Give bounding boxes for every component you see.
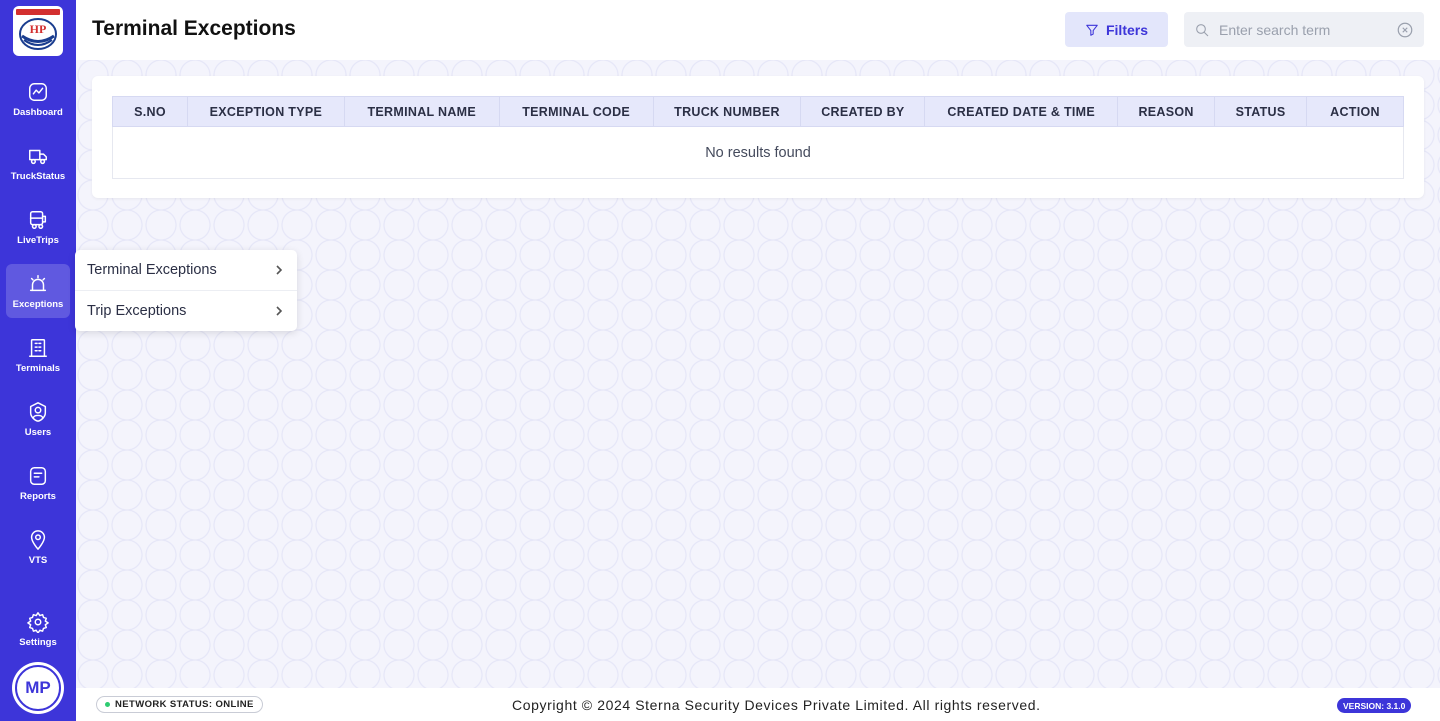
header: Terminal Exceptions Filters — [76, 0, 1440, 60]
sidebar-item-label: Reports — [20, 490, 56, 502]
truck-icon — [29, 149, 47, 164]
column-header-reason[interactable]: REASON — [1117, 96, 1216, 127]
sidebar-item-label: TruckStatus — [10, 170, 66, 182]
sidebar-item-livetrips[interactable]: LiveTrips — [6, 200, 70, 254]
column-header-truck-number[interactable]: TRUCK NUMBER — [652, 96, 802, 127]
column-header-terminal-name[interactable]: TERMINAL NAME — [343, 96, 500, 127]
sidebar-item-terminals[interactable]: Terminals — [6, 328, 70, 382]
filters-button[interactable]: Filters — [1065, 12, 1168, 47]
location-pin-icon — [30, 529, 46, 550]
table-header-row: S.NO EXCEPTION TYPE TERMINAL NAME TERMIN… — [112, 96, 1404, 127]
submenu-item-label: Trip Exceptions — [87, 302, 187, 319]
version-badge: VERSION: 3.1.0 — [1337, 698, 1412, 713]
report-icon — [29, 466, 47, 485]
chevron-right-icon — [276, 265, 283, 275]
chart-icon — [29, 82, 47, 101]
building-icon — [29, 338, 47, 357]
submenu-item-terminal-exceptions[interactable]: Terminal Exceptions — [75, 250, 297, 290]
clear-search-icon[interactable] — [1396, 21, 1414, 39]
bus-icon — [29, 210, 47, 229]
svg-text:HP: HP — [30, 22, 47, 36]
column-header-sno[interactable]: S.NO — [112, 96, 188, 127]
sidebar-item-label: Dashboard — [13, 106, 63, 118]
sidebar: HP Dashboard TruckStatus LiveTrips Excep… — [0, 0, 76, 721]
sidebar-item-reports[interactable]: Reports — [6, 456, 70, 510]
hp-logo[interactable]: HP — [13, 6, 63, 56]
network-status-text: NETWORK STATUS: ONLINE — [115, 699, 254, 710]
submenu-item-label: Terminal Exceptions — [87, 262, 217, 278]
avatar-initials: MP — [15, 665, 61, 711]
exceptions-submenu: Terminal Exceptions Trip Exceptions — [75, 250, 297, 331]
table-row: No results found — [112, 126, 1404, 179]
main-content: S.NO EXCEPTION TYPE TERMINAL NAME TERMIN… — [76, 60, 1440, 688]
table-card: S.NO EXCEPTION TYPE TERMINAL NAME TERMIN… — [92, 76, 1424, 198]
sidebar-item-dashboard[interactable]: Dashboard — [6, 72, 70, 126]
page-title: Terminal Exceptions — [92, 17, 296, 40]
footer: NETWORK STATUS: ONLINE Copyright © 2024 … — [76, 688, 1440, 721]
sidebar-item-label: Terminals — [15, 362, 61, 374]
network-status-badge: NETWORK STATUS: ONLINE — [96, 696, 263, 713]
filters-label: Filters — [1105, 21, 1148, 38]
search-input[interactable] — [1219, 21, 1389, 38]
column-header-status[interactable]: STATUS — [1214, 96, 1308, 127]
no-results-message: No results found — [112, 126, 1404, 179]
sidebar-item-vts[interactable]: VTS — [6, 520, 70, 574]
search-box — [1184, 12, 1424, 47]
exceptions-table: S.NO EXCEPTION TYPE TERMINAL NAME TERMIN… — [112, 96, 1404, 179]
sidebar-nav: Dashboard TruckStatus LiveTrips Exceptio… — [0, 72, 76, 584]
sidebar-item-users[interactable]: Users — [6, 392, 70, 446]
column-header-exception-type[interactable]: EXCEPTION TYPE — [186, 96, 345, 127]
submenu-item-trip-exceptions[interactable]: Trip Exceptions — [75, 290, 297, 330]
chevron-right-icon — [276, 305, 283, 316]
online-dot-icon — [105, 702, 110, 707]
sidebar-item-settings[interactable]: Settings — [6, 602, 70, 656]
sidebar-item-label: Users — [24, 426, 52, 438]
search-icon — [1196, 23, 1209, 36]
column-header-action[interactable]: ACTION — [1306, 96, 1404, 127]
user-icon — [29, 401, 47, 422]
sidebar-item-label: Exceptions — [12, 298, 64, 310]
gear-icon — [27, 611, 49, 633]
sidebar-item-label: LiveTrips — [17, 234, 59, 246]
sidebar-item-label: Settings — [19, 636, 57, 648]
logo-banner — [16, 9, 60, 15]
copyright-text: Copyright © 2024 Sterna Security Devices… — [512, 697, 1041, 713]
column-header-created-by[interactable]: CREATED BY — [800, 96, 926, 127]
sidebar-item-truckstatus[interactable]: TruckStatus — [6, 136, 70, 190]
column-header-created-date-time[interactable]: CREATED DATE & TIME — [924, 96, 1119, 127]
alarm-icon — [29, 274, 47, 291]
column-header-terminal-code[interactable]: TERMINAL CODE — [498, 96, 654, 127]
sidebar-item-exceptions[interactable]: Exceptions — [6, 264, 70, 318]
sidebar-item-label: VTS — [28, 554, 48, 566]
filter-icon — [1086, 24, 1098, 36]
hp-logo-icon: HP — [19, 18, 57, 50]
avatar[interactable]: MP — [12, 662, 64, 714]
